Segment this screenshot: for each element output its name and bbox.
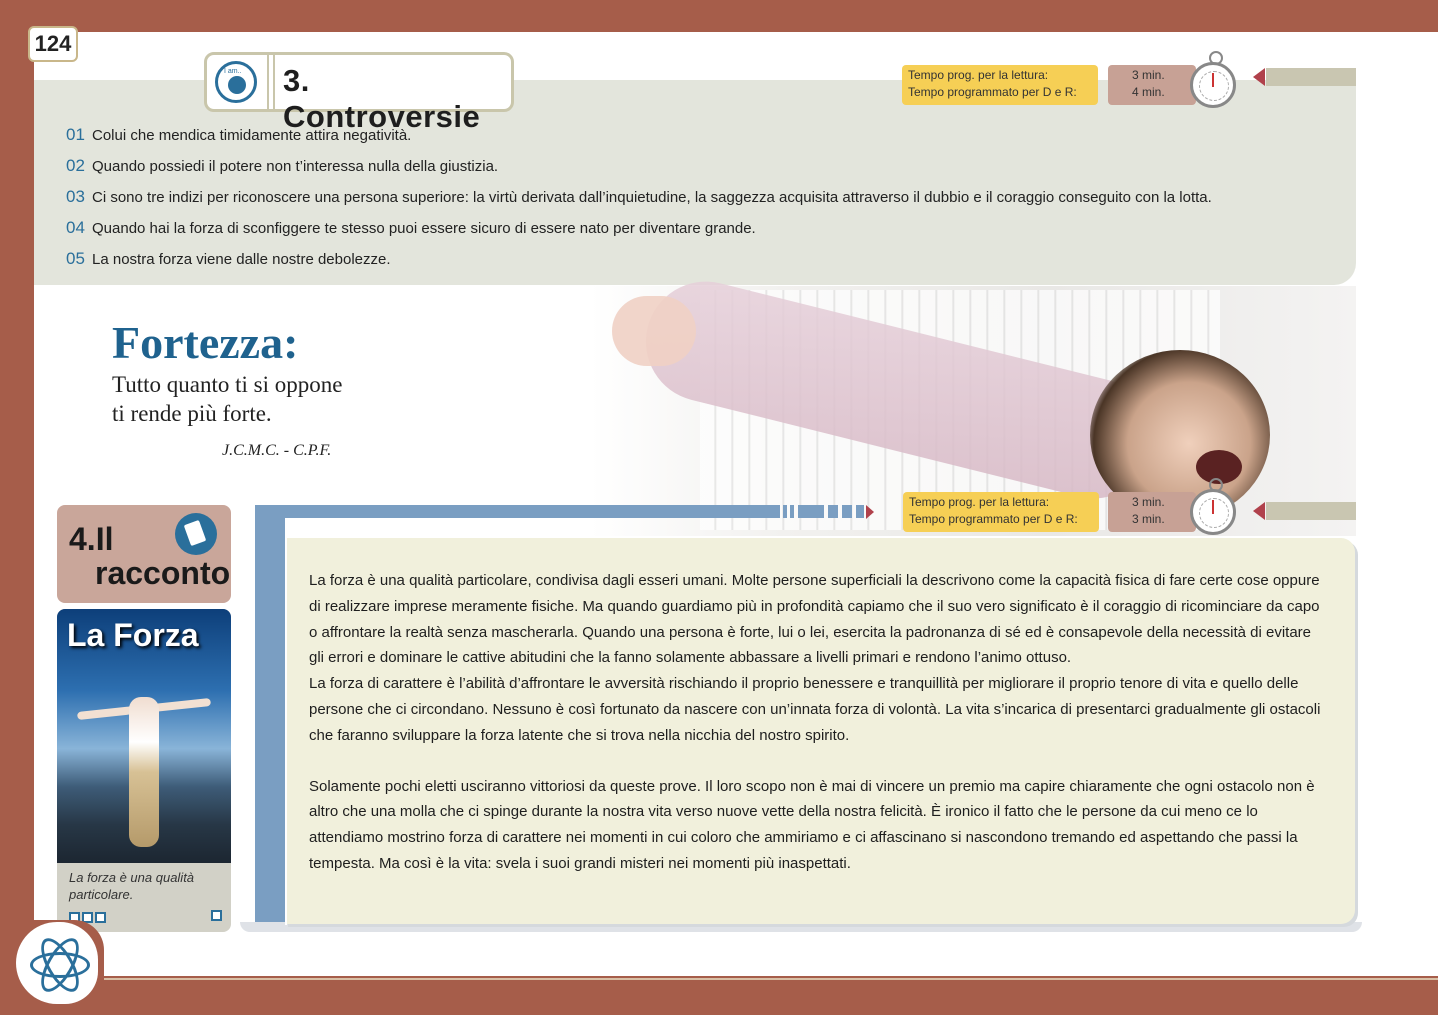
dr-time-label-2: Tempo programmato per D e R: — [909, 512, 1078, 526]
book-icon — [175, 513, 217, 555]
arrow-left-icon-2 — [1253, 502, 1265, 520]
quote-item: 04 Quando hai la forza di sconfiggere te … — [66, 218, 756, 237]
story-card: La Forza La forza è una qualità particol… — [57, 609, 231, 932]
section-4-number: 4.Il — [69, 521, 114, 557]
frame-inner-line — [285, 518, 287, 925]
frame-dash — [790, 505, 794, 518]
reading-time-box: Tempo prog. per la lettura: Tempo progra… — [902, 65, 1098, 105]
card-caption: La forza è una qualità particolare. — [69, 870, 195, 902]
story-text: La forza è una qualità particolare, cond… — [309, 568, 1329, 877]
story-paragraph: La forza è una qualità particolare, cond… — [309, 572, 1320, 667]
fortezza-author: J.C.M.C. - C.P.F. — [222, 442, 332, 459]
reading-time-label-2: Tempo prog. per la lettura: — [909, 495, 1050, 509]
card-dot — [211, 910, 222, 921]
frame-dash — [842, 505, 852, 518]
frame-top-bar — [255, 505, 780, 518]
frame-left-bar — [255, 505, 285, 925]
woman-figure — [129, 697, 159, 847]
frame-dash — [856, 505, 864, 518]
stopwatch-icon-2 — [1190, 478, 1236, 535]
timer-bar-2 — [1266, 502, 1356, 520]
i-am-icon-label: I am.. — [224, 68, 242, 75]
story-paragraph: Solamente pochi eletti usciranno vittori… — [309, 777, 1315, 872]
tab-separator — [267, 55, 275, 109]
card-title: La Forza — [67, 617, 199, 653]
fortezza-line-1: Tutto quanto ti si oppone — [112, 372, 343, 397]
raised-fist — [612, 296, 696, 366]
quote-item: 02 Quando possiedi il potere non t’intere… — [66, 156, 499, 175]
page-number: 124 — [28, 26, 78, 62]
dr-time-label: Tempo programmato per D e R: — [908, 85, 1077, 99]
minutes-box-2: 3 min. 3 min. — [1108, 492, 1196, 532]
timer-bar — [1266, 68, 1356, 86]
story-paragraph: La forza di carattere è l’abilità d’affr… — [309, 675, 1321, 744]
frame-dash — [798, 505, 824, 518]
fortezza-title: Fortezza: — [112, 317, 299, 368]
section-4-header: 4.Il racconto — [57, 505, 231, 603]
i-am-icon: I am.. — [215, 61, 257, 103]
stopwatch-icon — [1190, 51, 1236, 108]
quote-item: 01 Colui che mendica timidamente attira n… — [66, 125, 412, 144]
frame-dash — [783, 505, 787, 518]
frame-arrow-tip — [866, 505, 874, 519]
dr-minutes: 4 min. — [1132, 85, 1165, 99]
frame-dash — [828, 505, 838, 518]
minutes-box: 3 min. 4 min. — [1108, 65, 1196, 105]
bottom-line — [100, 978, 1438, 980]
section-4-title: racconto — [95, 555, 231, 591]
quote-item: 03 Ci sono tre indizi per riconoscere una… — [66, 187, 1212, 206]
section-tab-controversie: I am.. 3. Controversie — [204, 52, 514, 134]
fortezza-line-2: ti rende più forte. — [112, 401, 272, 426]
atom-icon — [30, 932, 90, 998]
bottom-band — [0, 976, 1438, 1015]
reading-minutes-2: 3 min. — [1132, 495, 1165, 509]
arrow-left-icon — [1253, 68, 1265, 86]
reading-minutes: 3 min. — [1132, 68, 1165, 82]
reading-time-label: Tempo prog. per la lettura: — [908, 68, 1049, 82]
dr-minutes-2: 3 min. — [1132, 512, 1165, 526]
quote-item: 05 La nostra forza viene dalle nostre deb… — [66, 249, 391, 268]
reading-time-box-2: Tempo prog. per la lettura: Tempo progra… — [903, 492, 1099, 532]
